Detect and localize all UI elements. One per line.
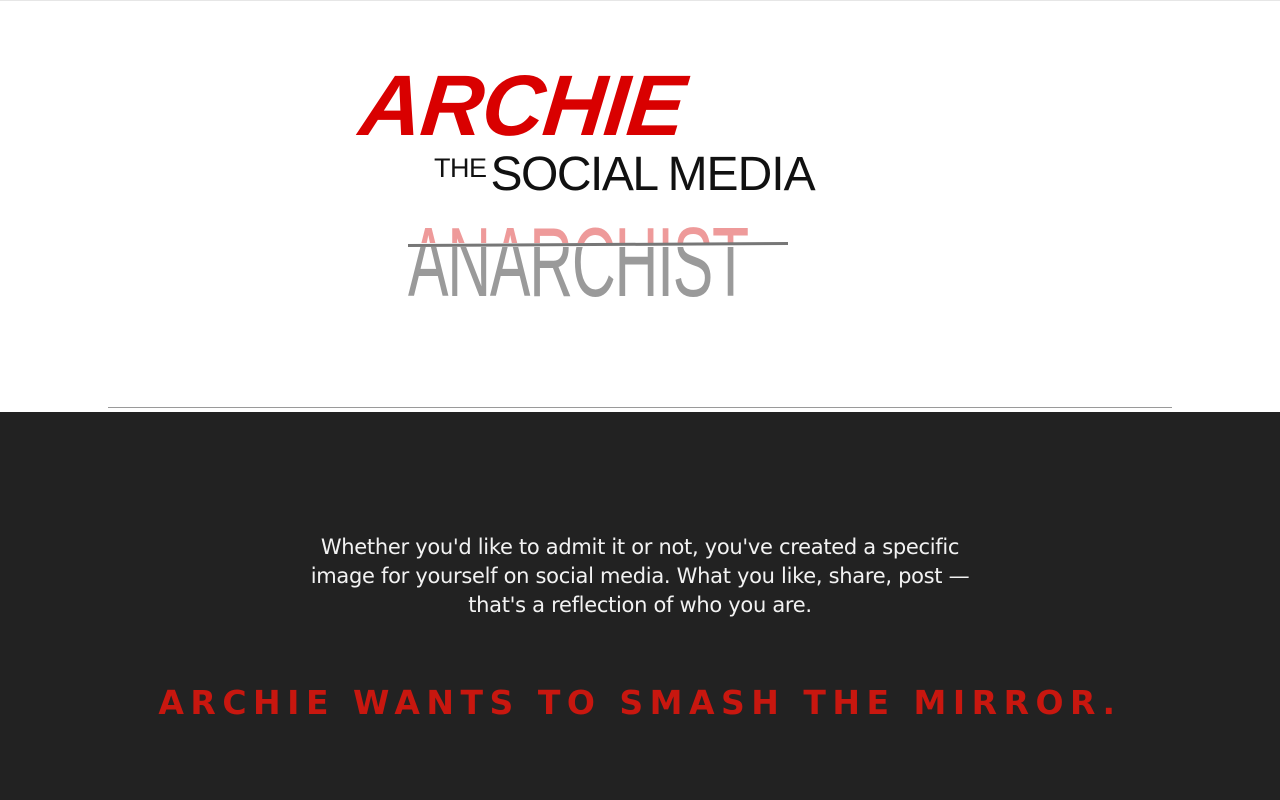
logo-anarchist-text: ANARCHIST: [408, 213, 749, 243]
logo-anarchist: ANARCHIST ANARCHIST: [408, 213, 788, 317]
logo-anarchist-text-shadow: ANARCHIST: [408, 247, 749, 317]
logo-archie-text: ARCHIE: [355, 58, 690, 154]
logo-social-text: SOCIAL: [490, 148, 660, 201]
tagline-heading: ARCHIE WANTS TO SMASH THE MIRROR.: [158, 683, 1122, 722]
intro-paragraph: Whether you'd like to admit it or not, y…: [310, 535, 970, 617]
site-logo[interactable]: ARCHIE THESOCIALMEDIA ANARCHIST ANARCHIS…: [355, 58, 896, 323]
intro-section: Whether you'd like to admit it or not, y…: [0, 412, 1280, 800]
hero-section: ARCHIE THESOCIALMEDIA ANARCHIST ANARCHIS…: [0, 0, 1280, 412]
logo-media-text: MEDIA: [667, 148, 816, 201]
logo-anarchist-bottom-half: ANARCHIST: [408, 247, 788, 317]
logo-the-text: THE: [434, 153, 487, 183]
section-divider: [108, 407, 1172, 408]
page: ARCHIE THESOCIALMEDIA ANARCHIST ANARCHIS…: [0, 0, 1280, 800]
logo-subtitle: THESOCIAL MEDIA: [434, 148, 816, 201]
logo-anarchist-top-half: ANARCHIST: [408, 213, 788, 243]
